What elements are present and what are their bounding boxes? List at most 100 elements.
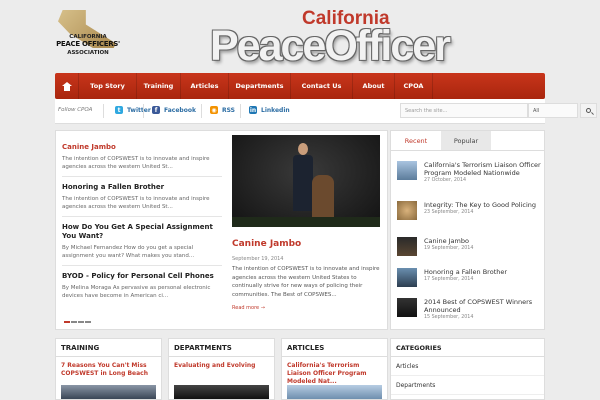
- list-item[interactable]: Honoring a Fallen Brother The intention …: [62, 183, 222, 217]
- recent-item[interactable]: Integrity: The Key to Good Policing 23 Se…: [397, 201, 542, 220]
- linkedin-icon: in: [249, 106, 257, 114]
- recent-date: 15 September, 2014: [424, 315, 474, 320]
- rss-icon: ◉: [210, 106, 218, 114]
- rss-label: RSS: [222, 106, 235, 114]
- featured-title[interactable]: Canine Jambo: [232, 239, 382, 249]
- recent-title[interactable]: Honoring a Fallen Brother: [424, 268, 507, 276]
- site-header: CALIFORNIA PEACE OFFICERS' ASSOCIATION C…: [0, 0, 600, 70]
- search-input[interactable]: Search the site...: [400, 103, 528, 118]
- departments-title[interactable]: Evaluating and Evolving: [169, 357, 274, 372]
- nav-cpoa[interactable]: CPOA: [395, 73, 433, 99]
- training-image[interactable]: [61, 385, 156, 399]
- departments-header[interactable]: DEPARTMENTS: [169, 339, 274, 357]
- linkedin-label: Linkedin: [261, 106, 290, 114]
- recent-date: 23 September, 2014: [424, 210, 474, 215]
- list-item-title[interactable]: Canine Jambo: [62, 143, 222, 152]
- list-item-desc: The intention of COPSWEST is to innovate…: [62, 156, 210, 170]
- thumbnail[interactable]: [397, 161, 417, 180]
- cpoa-logo[interactable]: CALIFORNIA PEACE OFFICERS' ASSOCIATION: [52, 10, 124, 60]
- training-box: TRAINING 7 Reasons You Can't Miss COPSWE…: [55, 338, 162, 400]
- slider-dot[interactable]: [78, 321, 84, 323]
- slider-dot[interactable]: [85, 321, 91, 323]
- facebook-icon: f: [152, 106, 160, 114]
- thumbnail[interactable]: [397, 298, 417, 317]
- facebook-link[interactable]: f Facebook: [152, 106, 196, 114]
- featured-article: Canine Jambo September 19, 2014 The inte…: [232, 135, 382, 311]
- masthead-main: PeaceOfficer: [210, 22, 451, 70]
- dog-figure: [312, 175, 334, 219]
- divider: [143, 104, 144, 118]
- categories-header: CATEGORIES: [391, 339, 544, 357]
- category-item[interactable]: Departments: [391, 376, 544, 395]
- articles-title[interactable]: California's Terrorism Liaison Officer P…: [282, 357, 387, 388]
- nav-top-story[interactable]: Top Story: [79, 73, 137, 99]
- divider: [103, 104, 104, 118]
- read-more-link[interactable]: Read more →: [232, 305, 382, 311]
- facebook-label: Facebook: [164, 106, 196, 114]
- home-icon: [61, 81, 72, 91]
- recent-title[interactable]: Canine Jambo: [424, 237, 473, 245]
- featured-excerpt: The intention of COPSWEST is to innovate…: [232, 266, 380, 298]
- categories-widget: CATEGORIES Articles Departments: [390, 338, 545, 400]
- list-item-desc: By Michael Fernandez How do you get a sp…: [62, 245, 195, 259]
- recent-item[interactable]: 2014 Best of COPSWEST Winners Announced 1…: [397, 298, 542, 320]
- search-scope-select[interactable]: All: [528, 103, 578, 118]
- recent-item[interactable]: Honoring a Fallen Brother 17 September, 2…: [397, 268, 542, 287]
- training-title[interactable]: 7 Reasons You Can't Miss COPSWEST in Lon…: [56, 357, 161, 380]
- recent-date: 17 September, 2014: [424, 277, 474, 282]
- divider: [201, 104, 202, 118]
- tab-popular[interactable]: Popular: [441, 131, 491, 150]
- training-header[interactable]: TRAINING: [56, 339, 161, 357]
- list-item-title[interactable]: Honoring a Fallen Brother: [62, 183, 222, 192]
- nav-home[interactable]: [55, 73, 79, 99]
- list-item[interactable]: How Do You Get A Special Assignment You …: [62, 223, 222, 266]
- tab-recent[interactable]: Recent: [391, 131, 441, 150]
- social-bar: Follow CPOA t Twitter f Facebook ◉ RSS in Li…: [55, 99, 597, 124]
- recent-item[interactable]: Canine Jambo 19 September, 2014: [397, 237, 542, 256]
- recent-item[interactable]: California's Terrorism Liaison Officer P…: [397, 161, 542, 183]
- follow-label: Follow CPOA: [58, 107, 93, 113]
- list-item-title[interactable]: How Do You Get A Special Assignment You …: [62, 223, 222, 241]
- list-item[interactable]: BYOD - Policy for Personal Cell Phones B…: [62, 272, 222, 305]
- featured-list: Canine Jambo The intention of COPSWEST i…: [62, 139, 222, 311]
- thumbnail[interactable]: [397, 237, 417, 256]
- articles-header[interactable]: ARTICLES: [282, 339, 387, 357]
- nav-articles[interactable]: Articles: [181, 73, 229, 99]
- featured-date: September 19, 2014: [232, 256, 284, 262]
- rss-link[interactable]: ◉ RSS: [210, 106, 235, 114]
- recent-popular-widget: Recent Popular California's Terrorism Li…: [390, 130, 545, 330]
- logo-line-2: PEACE OFFICERS': [56, 40, 120, 48]
- recent-title[interactable]: Integrity: The Key to Good Policing: [424, 201, 536, 209]
- departments-image[interactable]: [174, 385, 269, 399]
- masthead[interactable]: California PeaceOfficer: [210, 8, 540, 70]
- twitter-label: Twitter: [127, 106, 151, 114]
- slider-dot[interactable]: [64, 321, 70, 323]
- recent-date: 27 October, 2014: [424, 178, 467, 183]
- tab-bar: Recent Popular: [391, 131, 544, 151]
- recent-title[interactable]: California's Terrorism Liaison Officer P…: [424, 161, 542, 177]
- linkedin-link[interactable]: in Linkedin: [249, 106, 290, 114]
- featured-slider: Canine Jambo The intention of COPSWEST i…: [55, 130, 388, 330]
- thumbnail[interactable]: [397, 268, 417, 287]
- search-icon: [586, 108, 591, 113]
- list-item[interactable]: Canine Jambo The intention of COPSWEST i…: [62, 143, 222, 177]
- articles-image[interactable]: [287, 385, 382, 399]
- twitter-link[interactable]: t Twitter: [115, 106, 151, 114]
- twitter-icon: t: [115, 106, 123, 114]
- thumbnail[interactable]: [397, 201, 417, 220]
- slider-dots: [64, 321, 92, 323]
- slider-dot[interactable]: [71, 321, 77, 323]
- list-item-title[interactable]: BYOD - Policy for Personal Cell Phones: [62, 272, 222, 281]
- nav-departments[interactable]: Departments: [229, 73, 291, 99]
- recent-title[interactable]: 2014 Best of COPSWEST Winners Announced: [424, 298, 542, 314]
- featured-photo[interactable]: [232, 135, 380, 227]
- nav-contact-us[interactable]: Contact Us: [291, 73, 353, 99]
- category-item[interactable]: Articles: [391, 357, 544, 376]
- divider: [240, 104, 241, 118]
- search-button[interactable]: [580, 103, 597, 118]
- main-nav: Top Story Training Articles Departments …: [55, 73, 545, 99]
- list-item-desc: By Melina Moraga As pervasive as persona…: [62, 285, 211, 299]
- logo-line-3: ASSOCIATION: [67, 50, 109, 56]
- nav-about[interactable]: About: [353, 73, 395, 99]
- nav-training[interactable]: Training: [137, 73, 181, 99]
